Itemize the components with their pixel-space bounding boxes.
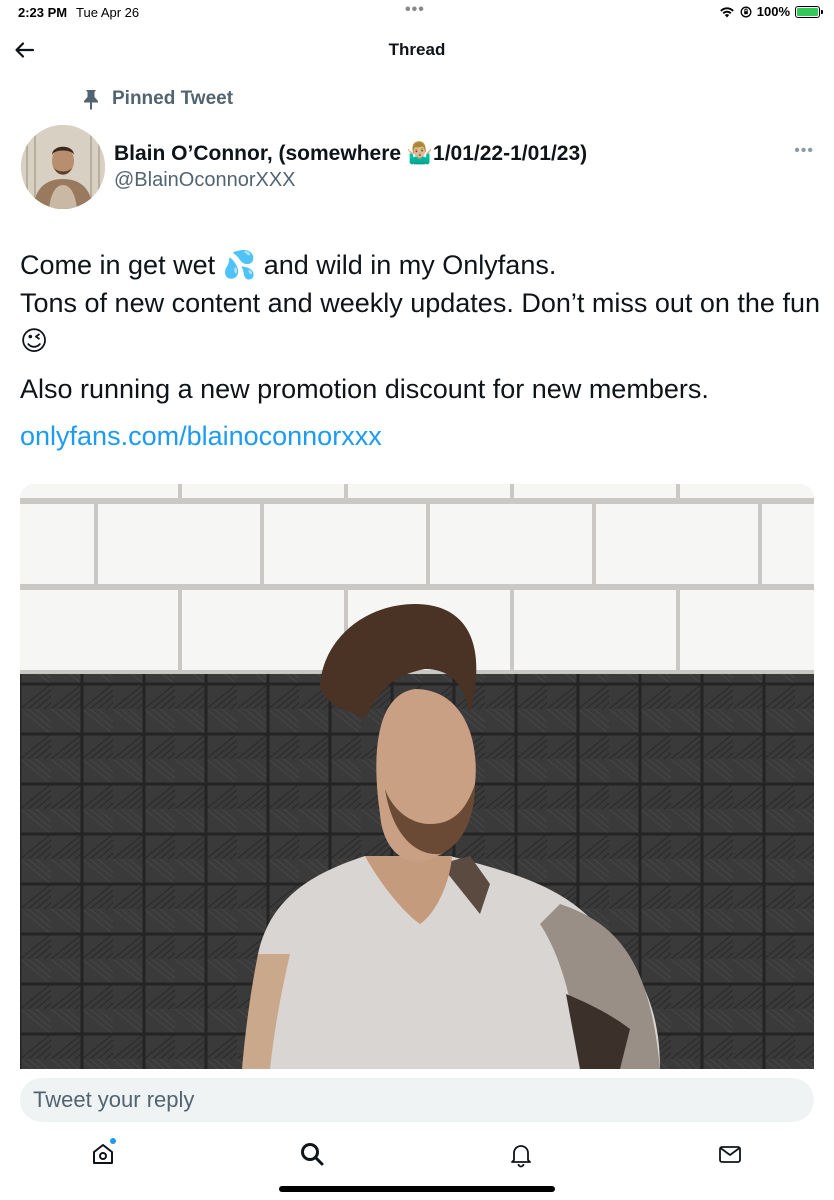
home-icon [93, 1144, 113, 1164]
tab-search[interactable] [298, 1140, 326, 1168]
battery-icon [795, 5, 823, 18]
pinned-tweet-label: Pinned Tweet [80, 88, 233, 110]
status-bar: 2:23 PM Tue Apr 26 ••• 100% [0, 0, 834, 26]
author-handle[interactable]: @BlainOconnorXXX [114, 169, 587, 192]
tab-home[interactable] [89, 1138, 117, 1168]
multitasking-dots-icon[interactable]: ••• [405, 1, 425, 19]
tab-notifications[interactable] [507, 1140, 535, 1168]
bottom-tab-bar [0, 1128, 834, 1180]
nav-bar: Thread [0, 26, 834, 74]
search-icon [301, 1143, 324, 1166]
status-date: Tue Apr 26 [76, 5, 140, 20]
tweet-text-line: Also running a new promotion discount fo… [20, 374, 709, 404]
wifi-icon [719, 6, 734, 17]
tweet-photo [20, 484, 814, 1069]
reply-input[interactable]: Tweet your reply [20, 1078, 814, 1122]
tab-messages[interactable] [716, 1140, 744, 1168]
notification-dot [110, 1138, 116, 1144]
battery-percent: 100% [756, 4, 790, 19]
messages-envelope-icon [719, 1146, 741, 1163]
tweet-text-line: Tons of new content and weekly updates. … [20, 288, 820, 356]
avatar-photo [21, 125, 105, 209]
page-title: Thread [388, 40, 446, 59]
home-indicator[interactable] [279, 1186, 555, 1192]
status-indicators: 100% [719, 4, 823, 19]
tweet-media-image[interactable] [20, 484, 814, 1069]
avatar[interactable] [21, 125, 105, 209]
tweet-body: Come in get wet 💦 and wild in my Onlyfan… [20, 246, 820, 408]
author-name[interactable]: Blain O’Connor, (somewhere 🤷🏼‍♂️1/01/22-… [114, 142, 587, 166]
notifications-bell-icon [511, 1145, 531, 1168]
pinned-tweet-text: Pinned Tweet [112, 88, 234, 109]
pin-icon [84, 90, 98, 110]
more-horizontal-icon[interactable]: ••• [794, 142, 814, 160]
orientation-lock-icon [740, 6, 752, 17]
reply-placeholder: Tweet your reply [33, 1087, 195, 1112]
tweet-text-line: Come in get wet 💦 and wild in my Onlyfan… [20, 250, 557, 280]
tweet-link[interactable]: onlyfans.com/blainoconnorxxx [20, 421, 382, 452]
tweet-author: Blain O’Connor, (somewhere 🤷🏼‍♂️1/01/22-… [114, 142, 587, 192]
status-time: 2:23 PM [18, 5, 68, 20]
